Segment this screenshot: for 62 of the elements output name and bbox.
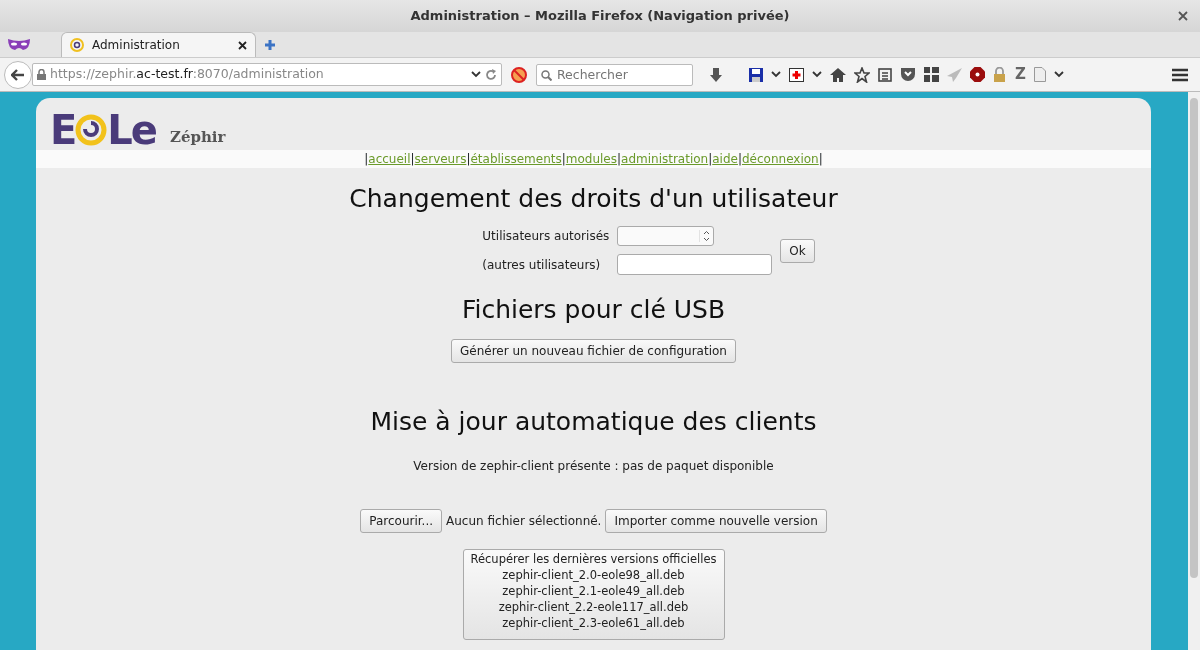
browse-button[interactable]: Parcourir...: [360, 509, 443, 533]
swirl-icon: [75, 114, 108, 146]
chevron-down-icon[interactable]: [771, 71, 781, 78]
nav-separator: |: [818, 151, 823, 168]
user-input[interactable]: [617, 254, 773, 275]
search-icon: [541, 69, 552, 81]
padlock-icon: [37, 69, 46, 80]
home-icon[interactable]: [830, 67, 846, 82]
chevron-down-icon[interactable]: [471, 71, 481, 78]
section-heading: Fichiers pour clé USB: [461, 295, 726, 325]
nav-separator: |: [708, 151, 713, 168]
scrollbar[interactable]: [1188, 92, 1200, 650]
browser-tab[interactable]: Administration: [61, 32, 256, 57]
site-title: Zéphir: [169, 126, 226, 148]
download-icon[interactable]: [709, 66, 723, 83]
page-icon[interactable]: [1033, 67, 1046, 82]
nav-link[interactable]: déconnexion: [742, 150, 819, 168]
blocked-icon[interactable]: [510, 65, 528, 84]
back-button[interactable]: [4, 60, 32, 89]
search-field[interactable]: Rechercher: [536, 63, 693, 86]
first-aid-icon[interactable]: [789, 67, 804, 82]
section-heading: Changement des droits d'un utilisateur: [349, 184, 838, 214]
nav-link[interactable]: accueil: [368, 150, 411, 168]
field-label: (autres utilisateurs): [482, 256, 602, 274]
chevron-down-icon[interactable]: [1053, 71, 1064, 78]
section-heading: Mise à jour automatique des clients: [370, 407, 817, 437]
url-text: https://zephir.ac-test.fr:8070/administration: [50, 65, 325, 84]
nav-separator: |: [561, 151, 566, 168]
star-icon[interactable]: [854, 66, 870, 83]
menu-icon[interactable]: [1172, 67, 1188, 82]
generate-button[interactable]: Générer un nouveau fichier de configuration: [451, 339, 736, 363]
close-icon: [1178, 10, 1188, 21]
chevron-down-icon[interactable]: [812, 71, 822, 78]
nav-link[interactable]: établissements: [470, 150, 562, 168]
file-status: Aucun fichier sélectionné.: [446, 513, 602, 530]
import-button[interactable]: Importer comme nouvelle version: [605, 509, 827, 533]
shield-icon[interactable]: [900, 67, 916, 82]
window-title: Administration – Mozilla Firefox (Navigation privée): [410, 7, 790, 26]
address-field[interactable]: https://zephir.ac-test.fr:8070/administration: [32, 63, 502, 86]
ok-button[interactable]: Ok: [780, 238, 815, 263]
fetch-versions-button[interactable]: Récupérer les dernières versions officielles zephir-client_2.0-eole98_all.deb zephir-client_2.1-eole49_all.deb zephir-client_2.2-eole117_all.deb zephir-client_2.3-eole61_all.deb: [462, 549, 725, 640]
eole-logo: E Le: [50, 110, 156, 150]
nav-separator: |: [737, 151, 742, 168]
close-icon[interactable]: [238, 40, 247, 50]
nav-separator: |: [617, 151, 622, 168]
toolbar-letter[interactable]: Z: [1015, 63, 1026, 86]
field-label: Utilisateurs autorisés: [482, 228, 610, 245]
floppy-icon[interactable]: [749, 67, 763, 82]
nav-separator: |: [364, 151, 369, 168]
nav-separator: |: [466, 151, 471, 168]
nav-separator: |: [410, 151, 415, 168]
spiral-icon: [70, 38, 84, 52]
tiles-icon[interactable]: [924, 67, 939, 82]
clipboard-icon[interactable]: [878, 67, 892, 82]
back-arrow-icon: [11, 68, 25, 81]
nav-link[interactable]: aide: [712, 150, 738, 168]
stop-sign-icon[interactable]: [970, 67, 985, 82]
new-tab-icon[interactable]: [264, 39, 276, 51]
version-text: Version de zephir-client présente : pas de paquet disponible: [413, 458, 774, 475]
padlock-icon[interactable]: [993, 66, 1007, 83]
nav-link[interactable]: administration: [621, 150, 709, 168]
mask-icon: [7, 37, 31, 51]
